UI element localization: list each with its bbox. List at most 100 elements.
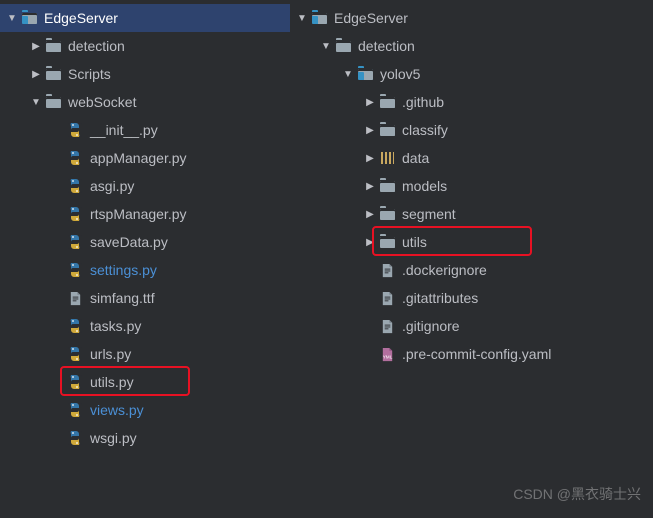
- chevron-down-icon: ▼: [294, 10, 310, 26]
- tree-item-label: .gitignore: [402, 318, 653, 334]
- tree-item[interactable]: ▶ utils: [290, 228, 653, 256]
- yaml-file-icon: YML: [378, 345, 396, 363]
- tree-item-label: views.py: [90, 402, 290, 418]
- python-file-icon: [66, 233, 84, 251]
- tree-root-left[interactable]: ▼ EdgeServer: [0, 4, 290, 32]
- tree-item-label: Scripts: [68, 66, 290, 82]
- chevron-right-icon[interactable]: ▶: [28, 66, 44, 82]
- tree-item[interactable]: ▼detection: [290, 32, 653, 60]
- tree-item-label: wsgi.py: [90, 430, 290, 446]
- tree-item[interactable]: ▶ classify: [290, 116, 653, 144]
- tree-item-label: .pre-commit-config.yaml: [402, 346, 653, 362]
- chevron-right-icon[interactable]: ▶: [28, 38, 44, 54]
- folder-icon: [44, 65, 62, 83]
- tree-item[interactable]: ▶ models: [290, 172, 653, 200]
- tree-item[interactable]: ▶ segment: [290, 200, 653, 228]
- chevron-right-icon[interactable]: ▶: [362, 150, 378, 166]
- folder-icon: [378, 177, 396, 195]
- watermark-text: CSDN @黑衣骑士兴: [513, 484, 641, 504]
- tree-item[interactable]: .gitattributes: [290, 284, 653, 312]
- folder-icon: [378, 233, 396, 251]
- python-file-icon: [66, 261, 84, 279]
- tree-root-right[interactable]: ▼ EdgeServer: [290, 4, 653, 32]
- chevron-right-icon[interactable]: ▶: [362, 206, 378, 222]
- tree-item[interactable]: wsgi.py: [0, 424, 290, 452]
- tree-item-label: __init__.py: [90, 122, 290, 138]
- chevron-down-icon: ▼: [4, 10, 20, 26]
- tree-item-label: models: [402, 178, 653, 194]
- chevron-right-icon[interactable]: ▶: [362, 178, 378, 194]
- svg-text:YML: YML: [382, 354, 392, 359]
- folder-icon: [334, 37, 352, 55]
- file-icon: [66, 289, 84, 307]
- python-file-icon: [66, 317, 84, 335]
- tree-item[interactable]: ▼ yolov5: [290, 60, 653, 88]
- tree-item[interactable]: __init__.py: [0, 116, 290, 144]
- tree-item[interactable]: ▼ webSocket: [0, 88, 290, 116]
- tree-item[interactable]: utils.py: [0, 368, 290, 396]
- python-file-icon: [66, 121, 84, 139]
- tree-item-label: appManager.py: [90, 150, 290, 166]
- folder-icon: [310, 9, 328, 27]
- data-folder-icon: [378, 149, 396, 167]
- python-file-icon: [66, 373, 84, 391]
- folder-icon: [44, 93, 62, 111]
- folder-icon: [378, 93, 396, 111]
- python-file-icon: [66, 429, 84, 447]
- tree-item-label: simfang.ttf: [90, 290, 290, 306]
- chevron-down-icon[interactable]: ▼: [28, 94, 44, 110]
- tree-item-label: rtspManager.py: [90, 206, 290, 222]
- tree-item[interactable]: asgi.py: [0, 172, 290, 200]
- chevron-down-icon[interactable]: ▼: [340, 66, 356, 82]
- file-tree-right[interactable]: ▼ EdgeServer ▼detection▼yolov5▶.github▶c…: [290, 0, 653, 518]
- python-file-icon: [66, 401, 84, 419]
- tree-item-label: webSocket: [68, 94, 290, 110]
- tree-item[interactable]: appManager.py: [0, 144, 290, 172]
- python-file-icon: [66, 205, 84, 223]
- tree-item[interactable]: YML .pre-commit-config.yaml: [290, 340, 653, 368]
- python-file-icon: [66, 177, 84, 195]
- folder-icon: [378, 121, 396, 139]
- python-file-icon: [66, 345, 84, 363]
- tree-item-label: classify: [402, 122, 653, 138]
- folder-icon: [44, 37, 62, 55]
- tree-item[interactable]: .dockerignore: [290, 256, 653, 284]
- tree-item-label: asgi.py: [90, 178, 290, 194]
- tree-item-label: segment: [402, 206, 653, 222]
- file-icon: [378, 289, 396, 307]
- tree-item[interactable]: views.py: [0, 396, 290, 424]
- tree-item-label: .github: [402, 94, 653, 110]
- tree-item[interactable]: tasks.py: [0, 312, 290, 340]
- chevron-down-icon[interactable]: ▼: [318, 38, 334, 54]
- tree-item-label: data: [402, 150, 653, 166]
- python-file-icon: [66, 149, 84, 167]
- folder-icon: [378, 205, 396, 223]
- tree-item[interactable]: ▶ Scripts: [0, 60, 290, 88]
- tree-item-label: utils: [402, 234, 653, 250]
- tree-item[interactable]: rtspManager.py: [0, 200, 290, 228]
- tree-item[interactable]: ▶ .github: [290, 88, 653, 116]
- tree-item-label: saveData.py: [90, 234, 290, 250]
- chevron-right-icon[interactable]: ▶: [362, 122, 378, 138]
- folder-icon: [20, 9, 38, 27]
- tree-item-label: yolov5: [380, 66, 653, 82]
- tree-item[interactable]: settings.py: [0, 256, 290, 284]
- tree-item-label: tasks.py: [90, 318, 290, 334]
- tree-item-label: utils.py: [90, 374, 290, 390]
- tree-item[interactable]: ▶detection: [0, 32, 290, 60]
- tree-item[interactable]: .gitignore: [290, 312, 653, 340]
- chevron-right-icon[interactable]: ▶: [362, 94, 378, 110]
- tree-item[interactable]: saveData.py: [0, 228, 290, 256]
- file-icon: [378, 317, 396, 335]
- tree-item-label: .gitattributes: [402, 290, 653, 306]
- file-tree-left[interactable]: ▼ EdgeServer ▶detection▶Scripts▼webSocke…: [0, 0, 290, 518]
- tree-item-label: .dockerignore: [402, 262, 653, 278]
- tree-item[interactable]: urls.py: [0, 340, 290, 368]
- tree-item-label: urls.py: [90, 346, 290, 362]
- tree-item-label: EdgeServer: [44, 10, 290, 26]
- tree-item-label: settings.py: [90, 262, 290, 278]
- tree-item-label: EdgeServer: [334, 10, 653, 26]
- chevron-right-icon[interactable]: ▶: [362, 234, 378, 250]
- tree-item[interactable]: ▶ data: [290, 144, 653, 172]
- tree-item[interactable]: simfang.ttf: [0, 284, 290, 312]
